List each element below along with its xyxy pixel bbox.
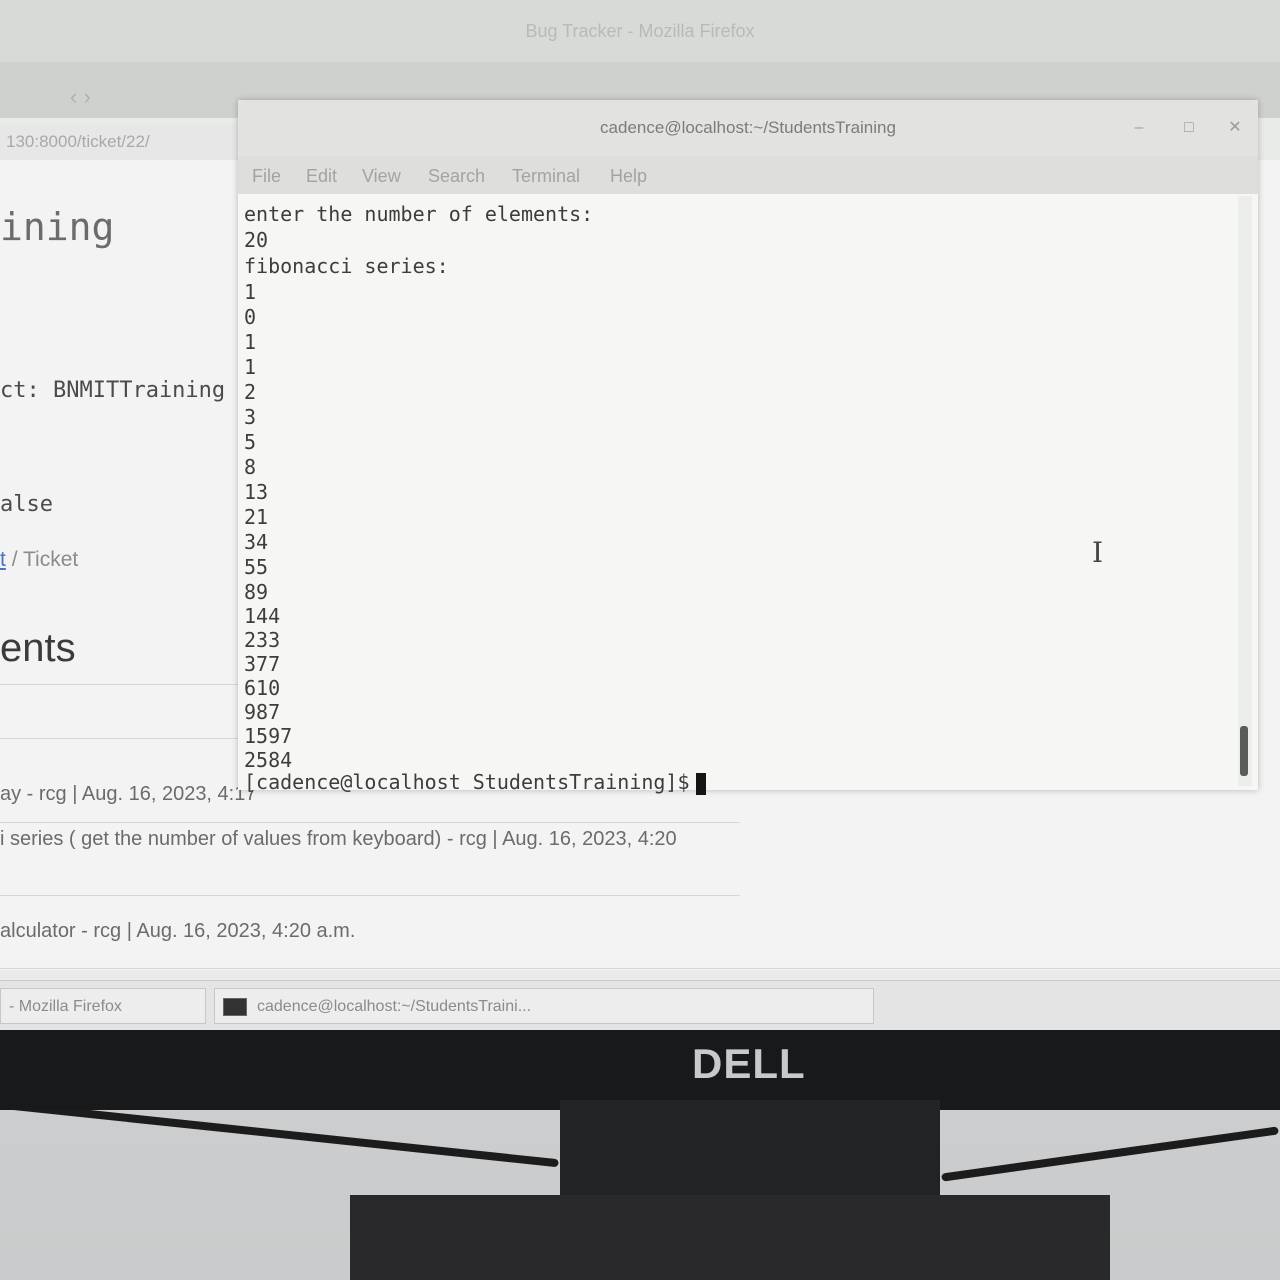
monitor-base	[350, 1195, 1110, 1280]
monitor: Bug Tracker - Mozilla Firefox ‹ › 130:80…	[0, 0, 1280, 1110]
close-icon[interactable]: ✕	[1220, 100, 1250, 156]
taskbar-item-label: - Mozilla Firefox	[9, 998, 122, 1015]
terminal-prompt: [cadence@localhost StudentsTraining]$	[244, 770, 690, 794]
terminal-line: 1	[244, 355, 257, 379]
terminal-line: 0	[244, 305, 257, 329]
project-field: ct: BNMITTraining	[0, 378, 226, 403]
maximize-icon[interactable]: □	[1174, 100, 1204, 156]
breadcrumb-link[interactable]: t	[0, 548, 6, 571]
terminal-line: 5	[244, 430, 257, 454]
comment-item: i series ( get the number of values from…	[0, 828, 677, 850]
divider	[0, 822, 740, 823]
terminal-line: 144	[244, 604, 281, 628]
firefox-window-title: Bug Tracker - Mozilla Firefox	[0, 0, 1280, 62]
menu-file[interactable]: File	[252, 166, 281, 187]
breadcrumb-separator: /	[11, 548, 18, 571]
terminal-title: cadence@localhost:~/StudentsTraining	[238, 100, 1258, 156]
terminal-line: 13	[244, 480, 269, 504]
breadcrumb-current: Ticket	[23, 548, 79, 571]
divider	[0, 895, 740, 896]
comment-item: ay - rcg | Aug. 16, 2023, 4:17	[0, 783, 257, 805]
terminal-line: 610	[244, 676, 281, 700]
comments-heading: ents	[0, 626, 76, 670]
terminal-line: 21	[244, 505, 269, 529]
menu-search[interactable]: Search	[428, 166, 485, 187]
taskbar-item-firefox[interactable]: - Mozilla Firefox	[0, 988, 206, 1024]
taskbar-item-label: cadence@localhost:~/StudentsTraini...	[257, 998, 532, 1015]
terminal-line: 2	[244, 380, 257, 404]
terminal-line: enter the number of elements:	[244, 202, 594, 226]
breadcrumb: t / Ticket	[0, 548, 78, 572]
terminal-output[interactable]: enter the number of elements: 20 fibonac…	[244, 200, 1234, 795]
terminal-line: 377	[244, 652, 281, 676]
terminal-line: 2584	[244, 748, 293, 772]
divider	[0, 738, 260, 739]
firefox-url-bar[interactable]: 130:8000/ticket/22/	[0, 124, 246, 160]
ibeam-cursor-icon: I	[1092, 536, 1104, 569]
terminal-line: 8	[244, 455, 257, 479]
terminal-line: 3	[244, 405, 257, 429]
divider	[0, 684, 260, 685]
terminal-prompt-line: [cadence@localhost StudentsTraining]$	[244, 770, 706, 795]
page-heading: ining	[0, 205, 115, 249]
terminal-line: 987	[244, 700, 281, 724]
terminal-icon	[223, 997, 247, 1016]
taskbar-item-terminal[interactable]: cadence@localhost:~/StudentsTraini...	[214, 988, 874, 1024]
terminal-line: fibonacci series:	[244, 254, 449, 278]
terminal-line: 55	[244, 555, 269, 579]
firefox-tab-arrows-icon[interactable]: ‹ ›	[70, 84, 91, 110]
terminal-line: 233	[244, 628, 281, 652]
scrollbar-thumb[interactable]	[1240, 726, 1248, 776]
minimize-icon[interactable]: –	[1124, 100, 1154, 156]
menu-view[interactable]: View	[362, 166, 401, 187]
terminal-line: 89	[244, 580, 269, 604]
terminal-line: 1597	[244, 724, 293, 748]
monitor-bezel	[0, 1030, 1280, 1110]
terminal-line: 1	[244, 280, 257, 304]
terminal-line: 1	[244, 330, 257, 354]
comment-item: alculator - rcg | Aug. 16, 2023, 4:20 a.…	[0, 920, 356, 942]
terminal-line: 34	[244, 530, 269, 554]
divider	[0, 968, 1280, 969]
text-cursor	[695, 772, 706, 795]
terminal-window: cadence@localhost:~/StudentsTraining – □…	[238, 100, 1258, 795]
terminal-line: 20	[244, 228, 269, 252]
brand-logo: DELL	[692, 1040, 806, 1087]
menu-help[interactable]: Help	[610, 166, 647, 187]
menu-edit[interactable]: Edit	[306, 166, 337, 187]
screen: Bug Tracker - Mozilla Firefox ‹ › 130:80…	[0, 0, 1280, 1030]
boolean-field: alse	[0, 492, 53, 517]
menu-terminal[interactable]: Terminal	[512, 166, 580, 187]
terminal-scrollbar[interactable]	[1238, 196, 1252, 786]
